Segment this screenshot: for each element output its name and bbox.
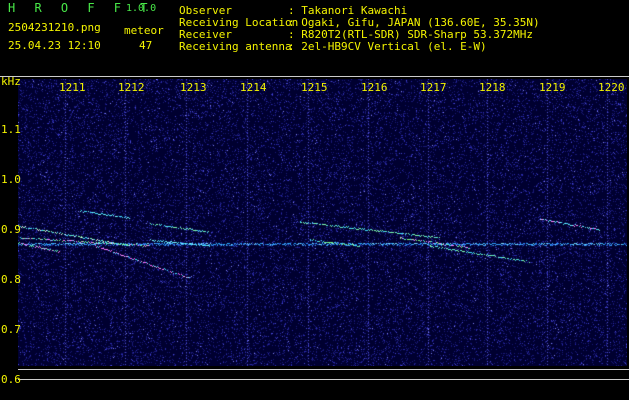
freq-tick-label: 0.8 [1, 273, 21, 286]
hrofft-window: H R O F F T 1.0.0 2504231210.png meteor … [0, 0, 629, 400]
meteor-count: 47 [139, 39, 153, 52]
time-tick-label: 1220 [598, 81, 625, 94]
antenna-value: : 2el-HB9CV Vertical (el. E-W) [288, 40, 487, 53]
freq-tick-label: 0.9 [1, 223, 21, 236]
time-tick-label: 1216 [361, 81, 388, 94]
time-tick-label: 1219 [539, 81, 566, 94]
freq-tick-label: 1.0 [1, 173, 21, 186]
time-tick-label: 1215 [301, 81, 328, 94]
spectrogram-canvas [18, 79, 627, 366]
app-version: 1.0.0 [126, 3, 157, 14]
time-tick-label: 1212 [118, 81, 145, 94]
file-name: 2504231210.png [8, 21, 101, 34]
freq-tick-label: 0.7 [1, 323, 21, 336]
time-tick-label: 1211 [59, 81, 86, 94]
time-tick-label: 1217 [420, 81, 447, 94]
date-time: 25.04.23 12:10 [8, 39, 101, 52]
antenna-key: Receiving antenna [179, 40, 292, 53]
time-tick-label: 1214 [240, 81, 267, 94]
time-tick-label: 1218 [479, 81, 506, 94]
unit-label: kHz [1, 75, 21, 88]
meteor-label: meteor [124, 24, 164, 37]
time-tick-label: 1213 [180, 81, 207, 94]
freq-tick-label: 1.1 [1, 123, 21, 136]
freq-tick-label: 0.6 [1, 373, 21, 386]
